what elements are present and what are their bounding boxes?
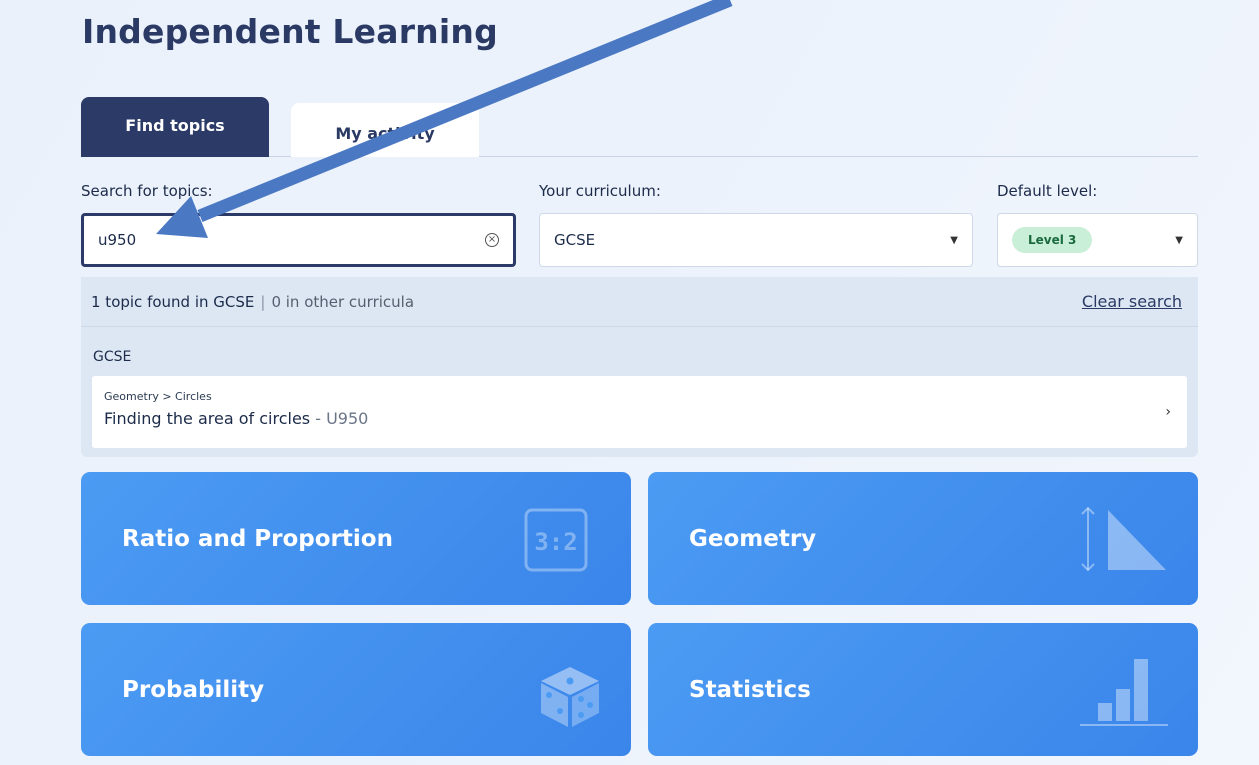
tab-my-activity[interactable]: My activity — [291, 103, 479, 157]
topic-card-statistics[interactable]: Statistics — [648, 623, 1198, 756]
curriculum-label: Your curriculum: — [539, 182, 661, 200]
topic-card-label: Statistics — [689, 676, 811, 703]
result-item[interactable]: Geometry > Circles Finding the area of c… — [92, 376, 1187, 448]
search-label: Search for topics: — [81, 182, 213, 200]
bar-chart-icon — [1080, 659, 1168, 726]
results-count: 1 topic found in GCSE — [91, 292, 255, 311]
results-summary: 1 topic found in GCSE | 0 in other curricu… — [81, 277, 1198, 327]
results-other: 0 in other curricula — [271, 292, 415, 311]
result-title: Finding the area of circles — [104, 409, 311, 428]
search-input[interactable] — [98, 231, 485, 249]
ratio-icon-text: 3:2 — [534, 528, 577, 556]
topic-card-label: Geometry — [689, 525, 817, 552]
chevron-right-icon: › — [1165, 404, 1171, 420]
clear-input-icon[interactable]: × — [485, 233, 499, 247]
clear-search-link[interactable]: Clear search — [1082, 292, 1182, 311]
tab-find-topics[interactable]: Find topics — [81, 97, 269, 157]
level-label: Default level: — [997, 182, 1098, 200]
level-badge: Level 3 — [1012, 227, 1093, 253]
ratio-icon: 3:2 — [524, 508, 588, 572]
search-field: × — [81, 213, 516, 267]
topic-card-label: Ratio and Proportion — [122, 525, 393, 552]
caret-down-icon: ▼ — [1175, 234, 1183, 246]
curriculum-select[interactable]: GCSE ▼ — [539, 213, 973, 267]
topic-card-ratio[interactable]: Ratio and Proportion 3:2 — [81, 472, 631, 605]
search-results-panel: 1 topic found in GCSE | 0 in other curricu… — [81, 277, 1198, 457]
result-breadcrumb: Geometry > Circles — [104, 390, 212, 403]
tab-bar: Find topics My activity — [81, 97, 1198, 157]
topic-card-geometry[interactable]: Geometry — [648, 472, 1198, 605]
topic-card-probability[interactable]: Probability — [81, 623, 631, 756]
curriculum-value: GCSE — [554, 231, 596, 249]
caret-down-icon: ▼ — [950, 234, 958, 246]
dice-icon — [541, 667, 599, 727]
topic-card-label: Probability — [122, 676, 265, 703]
page-title: Independent Learning — [82, 12, 498, 51]
results-separator: | — [260, 292, 266, 311]
result-code: - U950 — [315, 409, 369, 428]
geometry-icon — [1081, 506, 1166, 572]
level-select[interactable]: Level 3 ▼ — [997, 213, 1198, 267]
result-group-label: GCSE — [93, 349, 132, 365]
